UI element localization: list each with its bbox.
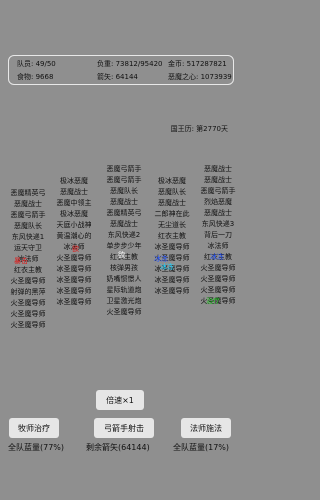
members-count: 队员: 49/50 xyxy=(17,60,56,68)
unit-label: 恶魔队长 xyxy=(158,188,186,196)
resource-panel: 队员: 49/50 负重: 73812/95420 金币: 517287821 … xyxy=(8,55,234,85)
archer-arrows-status: 剩余箭矢(64144) xyxy=(86,443,150,452)
unit-label: 东风快递1 xyxy=(11,233,45,241)
battle-effect-text: 暴击 xyxy=(14,257,28,265)
unit-label: 恶魔弓箭手 xyxy=(106,176,142,184)
battle-effect-text: 冰冻 xyxy=(160,263,174,271)
unit-label: 恶魔战士 xyxy=(204,165,232,173)
unit-label: 核弹男孩 xyxy=(110,264,138,272)
unit-label: 火圣魔导师 xyxy=(56,254,92,262)
unit-label: 冰圣魔导师 xyxy=(56,276,92,284)
unit-label: 冰圣魔导师 xyxy=(154,276,190,284)
unit-label: 火圣魔导师 xyxy=(10,310,46,318)
archer-shoot-button[interactable]: 弓箭手射击 xyxy=(94,418,154,438)
battle-effect-text: 冰冻 xyxy=(210,253,224,261)
unit-label: 火圣魔导师 xyxy=(200,286,236,294)
mage-mana-status: 全队蓝量(17%) xyxy=(173,443,230,452)
unit-label: 极冰恶魔 xyxy=(60,210,88,218)
unit-label: 冰圣魔导师 xyxy=(154,243,190,251)
unit-label: 恶魔战士 xyxy=(158,199,186,207)
unit-label: 烈焰恶魔 xyxy=(204,198,232,206)
gold-amount: 金币: 517287821 xyxy=(168,60,227,68)
demon-heart-amount: 恶魔之心: 1073939 xyxy=(168,73,232,81)
king-calendar: 国王历: 第2770天 xyxy=(170,125,228,133)
unit-label: 火圣魔导师 xyxy=(10,299,46,307)
unit-label: 恶魔战士 xyxy=(110,198,138,206)
food-amount: 食物: 9668 xyxy=(17,73,54,81)
battle-effect-text: 欲 xyxy=(72,245,79,253)
unit-label: 冰法师 xyxy=(207,242,229,250)
unit-label: 恶魔精英弓 xyxy=(10,189,46,197)
unit-label: 冰圣魔导师 xyxy=(56,287,92,295)
unit-label: 恶魔战士 xyxy=(14,200,42,208)
unit-label: 恶魔战士 xyxy=(204,176,232,184)
unit-label: 二郎神在此 xyxy=(154,210,190,218)
unit-label: 极冰恶魔 xyxy=(158,177,186,185)
unit-label: 运天守卫 xyxy=(14,244,42,252)
unit-label: 奶嘴惯憬人 xyxy=(106,275,142,283)
unit-label: 恶魔队长 xyxy=(110,187,138,195)
unit-label: 火圣魔导师 xyxy=(10,277,46,285)
unit-label: 冰圣魔导师 xyxy=(56,298,92,306)
unit-label: 黄温潮心的 xyxy=(56,232,92,240)
unit-label: 恶魔战士 xyxy=(204,209,232,217)
unit-label: 红衣主教 xyxy=(158,232,186,240)
mage-cast-button[interactable]: 法师施法 xyxy=(181,418,231,438)
load-capacity: 负重: 73812/95420 xyxy=(97,60,163,68)
arrows-amount: 箭矢: 64144 xyxy=(97,73,138,81)
battle-effect-text: 欲 xyxy=(118,251,125,259)
unit-label: 恶魔队长 xyxy=(14,222,42,230)
unit-label: 恶魔精英弓 xyxy=(106,209,142,217)
unit-label: 火圣魔导师 xyxy=(200,275,236,283)
unit-label: 火圣魔导师 xyxy=(200,264,236,272)
unit-label: 东风快递3 xyxy=(201,220,235,228)
unit-label: 恶魔弓箭手 xyxy=(200,187,236,195)
unit-label: 冰圣魔导师 xyxy=(154,287,190,295)
unit-label: 恶魔战士 xyxy=(110,220,138,228)
unit-label: 恶魔战士 xyxy=(60,188,88,196)
unit-label: 红衣主教 xyxy=(14,266,42,274)
priest-heal-button[interactable]: 牧师治疗 xyxy=(9,418,59,438)
unit-label: 无尘道长 xyxy=(158,221,186,229)
unit-label: 恶魔弓箭手 xyxy=(106,165,142,173)
unit-label: 冰圣魔导师 xyxy=(56,265,92,273)
unit-label: 火圣魔导师 xyxy=(106,308,142,316)
unit-label: 天庭小战神 xyxy=(56,221,92,229)
unit-label: 冰法师 xyxy=(17,255,39,263)
unit-label: 卫星激光炮 xyxy=(106,297,142,305)
unit-label: 恶魔弓箭手 xyxy=(10,211,46,219)
unit-label: 星际轨道炮 xyxy=(106,286,142,294)
unit-label: 射弹的黑萍 xyxy=(10,288,46,296)
battle-effect-text: 治疗 xyxy=(206,297,220,305)
priest-mana-status: 全队蓝量(77%) xyxy=(8,443,65,452)
speed-button[interactable]: 倍速×1 xyxy=(96,390,144,410)
unit-label: 火圣魔导师 xyxy=(10,321,46,329)
unit-label: 恶魔中领主 xyxy=(56,199,92,207)
unit-label: 极冰恶魔 xyxy=(60,177,88,185)
unit-label: 背后一刀 xyxy=(204,231,232,239)
unit-label: 东风快递2 xyxy=(107,231,141,239)
